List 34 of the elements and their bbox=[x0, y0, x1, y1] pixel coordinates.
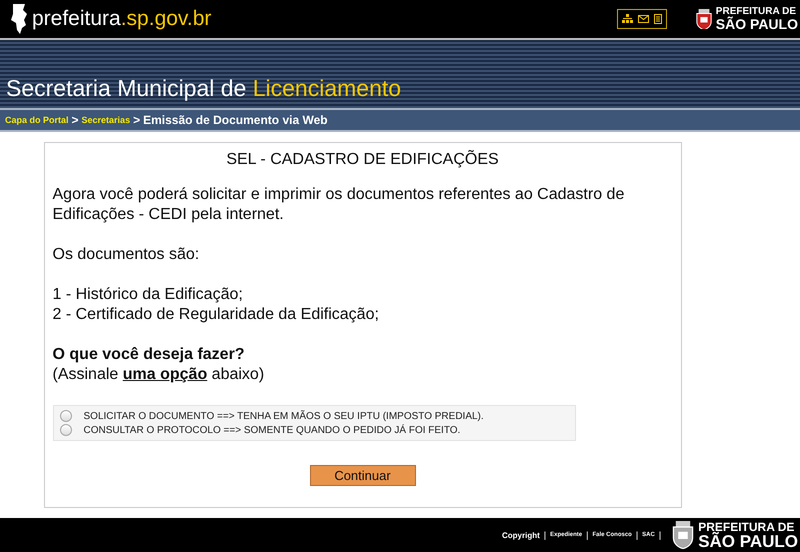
breadcrumb-current: Emissão de Documento via Web bbox=[143, 113, 328, 127]
footer-link[interactable]: Copyright bbox=[502, 530, 540, 540]
logo-text: SÃO PAULO bbox=[716, 17, 798, 31]
separator: | bbox=[636, 530, 638, 540]
logo-text: PREFEITURA DE bbox=[716, 7, 797, 17]
separator: > bbox=[72, 113, 79, 127]
continue-button[interactable]: Continuar bbox=[310, 465, 416, 486]
mail-icon[interactable] bbox=[638, 15, 649, 23]
document-item: 2 - Certificado de Regularidade da Edificação; bbox=[52, 305, 380, 325]
separator: | bbox=[586, 530, 588, 540]
document-item: 1 - Histórico da Edificação; bbox=[52, 285, 244, 305]
option-label[interactable]: SOLICITAR O DOCUMENTO ==> TENHA EM MÃOS O SEU IPTU (IMPOSTO PREDIAL). bbox=[84, 410, 484, 422]
breadcrumb-link[interactable]: Capa do Portal bbox=[5, 115, 69, 125]
logo-text: PREFEITURA DE bbox=[698, 520, 796, 532]
document-icon[interactable] bbox=[654, 14, 662, 24]
breadcrumb-link[interactable]: Secretarias bbox=[82, 115, 130, 125]
map-icon bbox=[10, 4, 28, 34]
coat-of-arms-icon bbox=[671, 521, 696, 549]
form-title: SEL - CADASTRO DE EDIFICAÇÕES bbox=[225, 151, 500, 169]
site-name[interactable]: prefeitura.sp.gov.br bbox=[32, 7, 212, 31]
radio-button[interactable] bbox=[60, 410, 72, 422]
radio-button[interactable] bbox=[60, 424, 72, 436]
separator: | bbox=[544, 530, 546, 540]
instruction: (Assinale uma opção abaixo) bbox=[52, 365, 266, 385]
separator: > bbox=[133, 113, 140, 127]
intro-text: Agora você poderá solicitar e imprimir os documentos referentes ao Cadastro de Edificações - CEDI pela internet. bbox=[52, 185, 626, 225]
logo-text: SÃO PAULO bbox=[698, 532, 798, 550]
coat-of-arms-icon bbox=[694, 8, 713, 30]
separator: | bbox=[658, 530, 662, 540]
sitemap-icon[interactable] bbox=[622, 14, 633, 24]
page-title: Secretaria Municipal de Licenciamento bbox=[6, 75, 402, 102]
question: O que você deseja fazer? bbox=[52, 345, 246, 365]
option-label[interactable]: CONSULTAR O PROTOCOLO ==> SOMENTE QUANDO O PEDIDO JÁ FOI FEITO. bbox=[84, 424, 460, 436]
documents-heading: Os documentos são: bbox=[52, 245, 200, 265]
